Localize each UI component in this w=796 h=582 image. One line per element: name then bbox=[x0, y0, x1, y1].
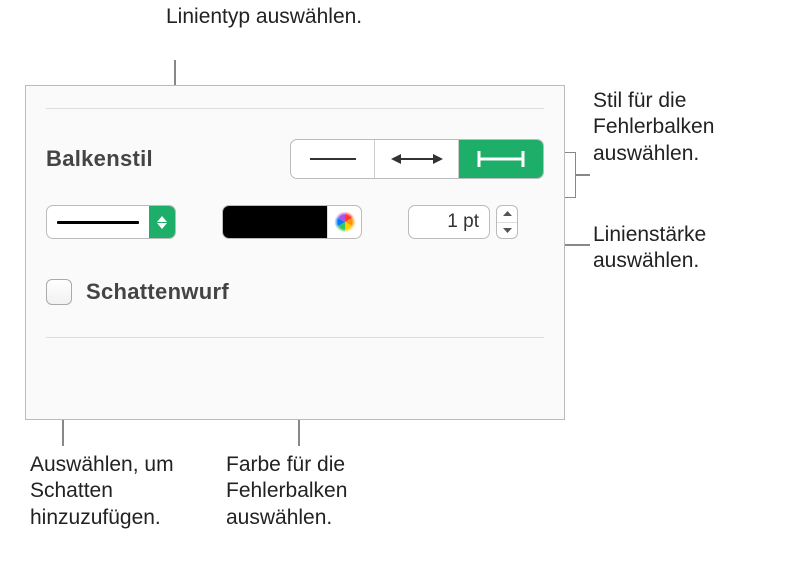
callout-linetype: Linientyp auswählen. bbox=[166, 4, 386, 30]
color-wheel-button[interactable] bbox=[327, 205, 361, 239]
error-bar-style-line[interactable] bbox=[291, 140, 375, 178]
section-label-barstyle: Balkenstil bbox=[46, 146, 290, 172]
arrow-caps-icon bbox=[389, 151, 445, 167]
line-type-popup[interactable] bbox=[46, 205, 176, 239]
t-caps-icon bbox=[473, 149, 529, 169]
error-bar-style-segmented[interactable] bbox=[290, 139, 544, 179]
error-bar-style-tcap[interactable] bbox=[459, 140, 543, 178]
line-width-stepper-buttons bbox=[496, 205, 518, 239]
error-bar-style-arrow[interactable] bbox=[375, 140, 459, 178]
stepper-down[interactable] bbox=[497, 223, 517, 239]
line-icon bbox=[308, 152, 358, 166]
color-swatch[interactable] bbox=[223, 206, 327, 238]
callout-color: Farbe für die Fehlerbalken auswählen. bbox=[226, 452, 426, 531]
callout-line bbox=[576, 174, 590, 176]
chevron-down-icon bbox=[503, 228, 512, 233]
solid-line-icon bbox=[57, 221, 139, 224]
chevron-up-icon bbox=[157, 216, 167, 222]
line-width-stepper bbox=[408, 205, 518, 239]
bar-style-panel: Balkenstil bbox=[25, 85, 565, 420]
line-color-well[interactable] bbox=[222, 205, 362, 239]
callout-line-width: Linienstärke auswählen. bbox=[593, 222, 793, 275]
chevron-up-icon bbox=[503, 211, 512, 216]
shadow-checkbox[interactable] bbox=[46, 279, 72, 305]
callout-errorbar-style: Stil für die Fehlerbalken auswählen. bbox=[593, 88, 793, 167]
chevron-down-icon bbox=[157, 223, 167, 229]
divider bbox=[46, 108, 544, 109]
color-wheel-icon bbox=[334, 211, 356, 233]
line-type-preview bbox=[47, 206, 149, 238]
line-width-field[interactable] bbox=[408, 205, 490, 239]
callout-shadow: Auswählen, um Schatten hinzuzufügen. bbox=[30, 452, 220, 531]
divider bbox=[46, 337, 544, 338]
stepper-up[interactable] bbox=[497, 206, 517, 223]
popup-toggle[interactable] bbox=[149, 206, 175, 238]
shadow-label: Schattenwurf bbox=[86, 279, 229, 305]
